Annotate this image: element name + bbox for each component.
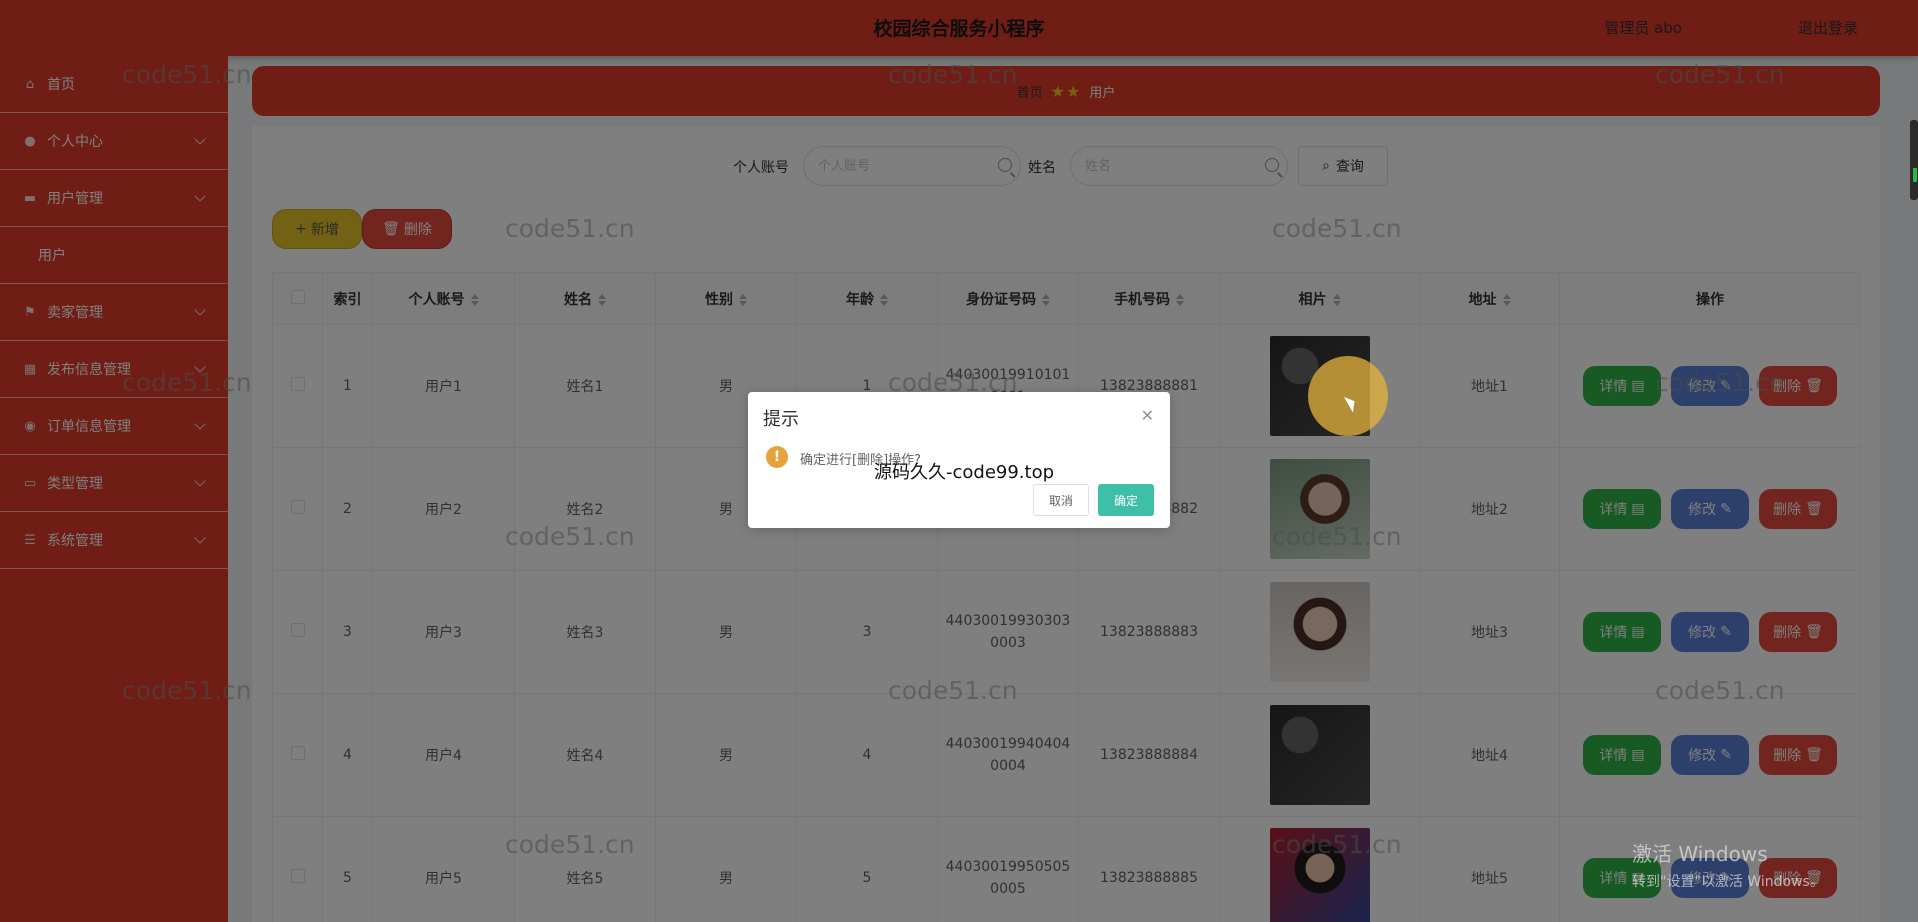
warning-icon: ! xyxy=(766,446,788,468)
scrollbar[interactable] xyxy=(1910,120,1918,200)
confirm-button[interactable]: 确定 xyxy=(1098,484,1154,516)
windows-activation-notice: 激活 Windows 转到"设置"以激活 Windows。 xyxy=(1632,842,1824,890)
watermark-center: 源码久久-code99.top xyxy=(874,462,1055,483)
close-icon[interactable]: ✕ xyxy=(1141,406,1154,425)
cancel-button[interactable]: 取消 xyxy=(1033,484,1089,516)
dialog-title: 提示 xyxy=(763,409,799,430)
